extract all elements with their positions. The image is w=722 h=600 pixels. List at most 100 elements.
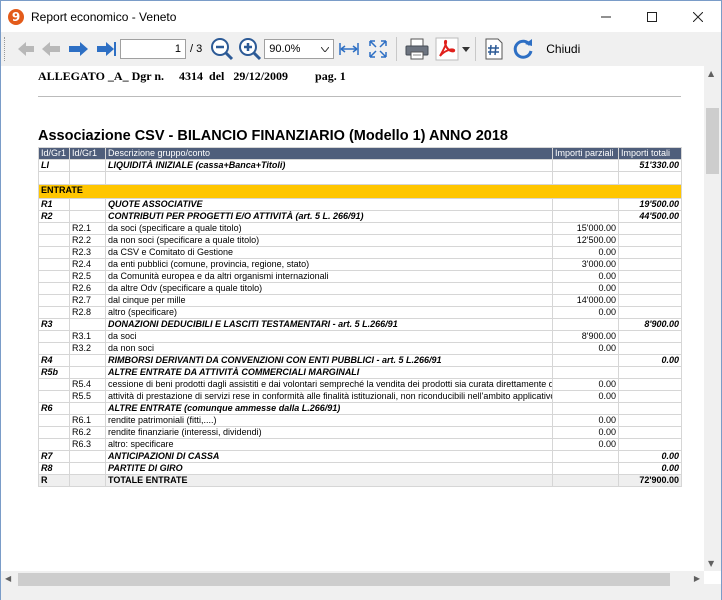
- app-logo-icon: 9: [8, 8, 24, 25]
- row-description: attività di prestazione di servizi rese …: [105, 390, 553, 403]
- row-partial-amount: [552, 198, 619, 211]
- row-description: dal cinque per mille: [105, 294, 553, 307]
- row-code: [38, 294, 70, 307]
- last-page-button[interactable]: [92, 35, 120, 63]
- row-total: [618, 426, 682, 439]
- row-code: [38, 222, 70, 235]
- toolbar: 1 / 3 90.0% Chiudi: [1, 32, 721, 66]
- row-subcode: [69, 462, 106, 475]
- goto-page-button[interactable]: [480, 35, 508, 63]
- row-description: cessione di beni prodotti dagli assistit…: [105, 378, 553, 391]
- row-total: 72'900.00: [618, 474, 682, 487]
- maximize-button[interactable]: [629, 1, 675, 32]
- row-subcode: R3.1: [69, 330, 106, 343]
- vertical-scrollbar[interactable]: ▲ ▼: [704, 66, 721, 571]
- print-button[interactable]: [401, 35, 433, 63]
- first-page-icon: [18, 42, 34, 56]
- section-label: ENTRATE: [38, 184, 682, 199]
- row-subcode: R2.6: [69, 282, 106, 295]
- row-description: altro (specificare): [105, 306, 553, 319]
- row-description: ALTRE ENTRATE DA ATTIVITÀ COMMERCIALI MA…: [105, 366, 553, 379]
- row-total: [618, 258, 682, 271]
- minimize-icon: [601, 16, 611, 17]
- row-code: [38, 306, 70, 319]
- row-total: 0.00: [618, 354, 682, 367]
- row-total: 0.00: [618, 450, 682, 463]
- row-subcode: [69, 402, 106, 415]
- refresh-button[interactable]: [508, 35, 538, 63]
- row-partial-amount: [552, 462, 619, 475]
- close-window-button[interactable]: [675, 1, 721, 32]
- minimize-button[interactable]: [583, 1, 629, 32]
- row-subcode: R6.2: [69, 426, 106, 439]
- row-total: [618, 438, 682, 451]
- scroll-up-icon[interactable]: ▲: [708, 69, 714, 78]
- row-total: 51'330.00: [618, 159, 682, 172]
- row-description: da CSV e Comitato di Gestione: [105, 246, 553, 259]
- row-description: da soci (specificare a quale titolo): [105, 222, 553, 235]
- row-description: rendite finanziarie (interessi, dividend…: [105, 426, 553, 439]
- close-report-button[interactable]: Chiudi: [546, 42, 580, 56]
- zoom-in-button[interactable]: [236, 35, 264, 63]
- chevron-down-icon: [321, 46, 330, 52]
- next-page-button[interactable]: [64, 35, 92, 63]
- table-row: R2.3 da CSV e Comitato di Gestione 0.00: [38, 246, 682, 259]
- row-partial-amount: 0.00: [552, 246, 619, 259]
- row-code: [38, 426, 70, 439]
- table-row: R4 RIMBORSI DERIVANTI DA CONVENZIONI CON …: [38, 354, 682, 367]
- row-partial-amount: 0.00: [552, 306, 619, 319]
- row-subcode: [69, 474, 106, 487]
- table-row: R2.4 da enti pubblici (comune, provincia,…: [38, 258, 682, 271]
- row-partial-amount: 12'500.00: [552, 234, 619, 247]
- row-partial-amount: 14'000.00: [552, 294, 619, 307]
- table-row: R6.1 rendite patrimoniali (fitti,....) 0.0…: [38, 414, 682, 427]
- previous-page-button[interactable]: [38, 35, 64, 63]
- row-total: [618, 294, 682, 307]
- first-page-button[interactable]: [12, 35, 38, 63]
- row-total: [618, 390, 682, 403]
- vertical-scroll-thumb[interactable]: [706, 108, 719, 174]
- export-pdf-button[interactable]: [433, 35, 471, 63]
- row-code: R2: [38, 210, 70, 223]
- scroll-left-icon[interactable]: ◀: [5, 574, 11, 583]
- table-row: R3.1 da soci 8'900.00: [38, 330, 682, 343]
- row-total: [618, 330, 682, 343]
- row-subcode: R2.2: [69, 234, 106, 247]
- scroll-down-icon[interactable]: ▼: [708, 559, 714, 568]
- pdf-icon: [435, 37, 459, 61]
- scroll-right-icon[interactable]: ▶: [694, 574, 700, 583]
- row-code: R7: [38, 450, 70, 463]
- row-total: [618, 366, 682, 379]
- zoom-out-button[interactable]: [208, 35, 236, 63]
- zoom-select[interactable]: 90.0%: [264, 39, 335, 59]
- row-code: R5b: [38, 366, 70, 379]
- fit-width-button[interactable]: [334, 35, 364, 63]
- row-description: RIMBORSI DERIVANTI DA CONVENZIONI CON EN…: [105, 354, 553, 367]
- row-partial-amount: 0.00: [552, 270, 619, 283]
- refresh-icon: [513, 39, 533, 59]
- horizontal-scroll-thumb[interactable]: [18, 573, 670, 586]
- row-code: [38, 330, 70, 343]
- row-subcode: [69, 366, 106, 379]
- column-header: Importi totali: [618, 147, 682, 160]
- row-subcode: [69, 450, 106, 463]
- row-total: [618, 270, 682, 283]
- row-description: da altre Odv (specificare a quale titolo…: [105, 282, 553, 295]
- maximize-icon: [647, 11, 657, 22]
- row-subcode: R2.7: [69, 294, 106, 307]
- row-subcode: R6.3: [69, 438, 106, 451]
- row-code: [38, 438, 70, 451]
- arrow-right-icon: [69, 42, 88, 56]
- fit-page-icon: [369, 40, 387, 58]
- horizontal-scrollbar[interactable]: ◀ ▶: [1, 571, 704, 588]
- allegato-header: ALLEGATO _A_ Dgr n. 4314 del 29/12/2009 …: [38, 69, 346, 83]
- fit-page-button[interactable]: [364, 35, 392, 63]
- fit-width-icon: [339, 43, 359, 55]
- row-code: [38, 378, 70, 391]
- row-description: ANTICIPAZIONI DI CASSA: [105, 450, 553, 463]
- page-total-label: / 3: [190, 43, 203, 55]
- row-code: LI: [38, 159, 70, 172]
- report-viewer[interactable]: ALLEGATO _A_ Dgr n. 4314 del 29/12/2009 …: [1, 66, 721, 584]
- row-code: R1: [38, 198, 70, 211]
- page-number-input[interactable]: 1: [120, 39, 186, 59]
